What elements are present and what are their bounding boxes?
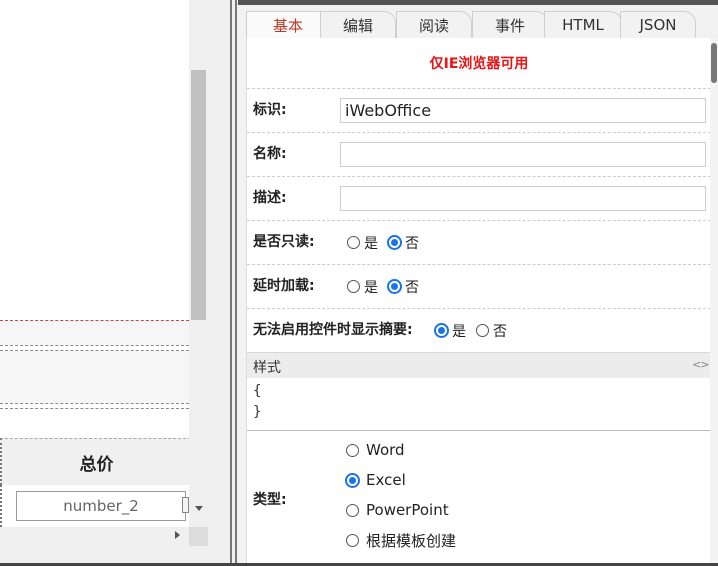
name-input[interactable] [340,142,706,167]
radio-label-no: 否 [493,323,507,340]
radio-label-no: 否 [405,279,419,296]
type-label: 类型: [253,492,287,508]
scroll-right-arrow-icon[interactable] [175,531,180,539]
type-word-radio[interactable] [346,443,359,457]
properties-form: 仅IE浏览器可用 标识: iWebOffice 名称: 描述: 是否只读: 是 … [246,38,711,566]
canvas-band [0,351,189,403]
row-divider [0,403,189,404]
lazy-load-row: 延时加载: 是 否 [247,265,711,309]
panel-scroll-thumb[interactable] [711,43,717,83]
splitter-line [235,0,237,566]
design-canvas-pane: 总价 number_2 [0,0,208,546]
radio-label-yes: 是 [364,279,378,296]
code-toggle-icon[interactable]: <> [692,358,709,371]
type-option-template[interactable]: 根据模板创建 [346,529,466,551]
readonly-yes-radio[interactable] [347,236,360,249]
summary-label: 无法启用控件时显示摘要: [253,322,413,338]
style-editor[interactable]: { } [247,378,711,431]
row-divider [0,345,189,346]
tab-label: HTML [562,16,604,34]
tab-html[interactable]: HTML [544,11,622,38]
id-input[interactable]: iWebOffice [340,98,706,123]
readonly-radio-group: 是 否 [347,221,429,264]
name-row: 名称: [247,133,711,177]
total-header-label: 总价 [79,454,114,475]
readonly-label: 是否只读: [253,234,315,250]
ie-only-warning: 仅IE浏览器可用 [429,56,529,72]
type-option-excel[interactable]: Excel [346,469,416,491]
style-brace-open: { [253,383,262,399]
tab-events[interactable]: 事件 [472,11,548,38]
field-handle-button[interactable] [182,497,189,513]
type-option-label: Excel [366,471,406,489]
tab-label: 阅读 [418,16,449,35]
lazy-load-yes-radio[interactable] [347,280,360,293]
tab-edit[interactable]: 编辑 [320,11,396,38]
readonly-row: 是否只读: 是 否 [247,221,711,265]
summary-radio-group: 是 否 [435,309,517,352]
lazy-load-no-radio[interactable] [388,280,401,293]
type-template-radio[interactable] [346,533,359,547]
type-excel-radio[interactable] [346,473,359,487]
properties-panel: 基本 编辑 阅读 事件 HTML JSON 仅IE浏览器可用 标识: iWebO… [238,0,718,566]
splitter-line [230,0,232,566]
description-input[interactable] [340,186,706,211]
type-option-label: PowerPoint [366,501,449,519]
tab-label: 基本 [272,16,303,35]
description-row: 描述: [247,177,711,221]
warning-row: 仅IE浏览器可用 [247,38,711,89]
type-powerpoint-radio[interactable] [346,503,359,517]
vertical-scroll-thumb[interactable] [191,70,206,320]
tab-json[interactable]: JSON [620,11,696,38]
lazy-load-radio-group: 是 否 [347,265,429,308]
type-option-word[interactable]: Word [346,439,415,461]
tab-basic[interactable]: 基本 [246,11,330,38]
scroll-down-arrow-icon[interactable] [195,506,203,511]
type-option-label: Word [366,441,405,459]
summary-no-radio[interactable] [476,324,489,337]
vertical-scrollbar[interactable] [189,0,208,527]
number-field[interactable]: number_2 [16,491,186,521]
style-section-header[interactable]: 样式 <> [247,352,711,379]
style-section-title: 样式 [253,360,281,376]
tab-read[interactable]: 阅读 [396,11,472,38]
canvas-band [0,321,189,345]
tab-label: 事件 [494,16,525,35]
properties-tabbar: 基本 编辑 阅读 事件 HTML JSON [238,5,718,38]
design-canvas[interactable]: 总价 number_2 [0,0,189,527]
type-option-powerpoint[interactable]: PowerPoint [346,499,459,521]
table-header-total[interactable]: 总价 [0,438,189,485]
summary-row: 无法启用控件时显示摘要: 是 否 [247,309,711,352]
tab-label: JSON [639,16,677,34]
readonly-no-radio[interactable] [388,236,401,249]
radio-label-yes: 是 [364,235,378,252]
style-brace-close: } [253,404,262,420]
lazy-load-label: 延时加载: [253,278,315,294]
radio-label-no: 否 [405,235,419,252]
type-row: 类型: Word Excel PowerPoint 根据模板创建 [247,431,711,566]
table-cell[interactable]: number_2 [0,485,189,527]
summary-yes-radio[interactable] [435,324,448,337]
name-label: 名称: [253,146,287,162]
horizontal-scrollbar[interactable] [0,527,189,546]
panel-scrollbar[interactable] [710,38,718,566]
type-option-label: 根据模板创建 [366,531,457,550]
pane-splitter[interactable] [208,0,238,566]
id-row: 标识: iWebOffice [247,89,711,133]
radio-label-yes: 是 [452,323,466,340]
row-divider [0,408,189,409]
tab-label: 编辑 [342,16,373,35]
description-label: 描述: [253,190,287,206]
scrollbar-corner [189,527,208,546]
id-label: 标识: [253,102,287,118]
